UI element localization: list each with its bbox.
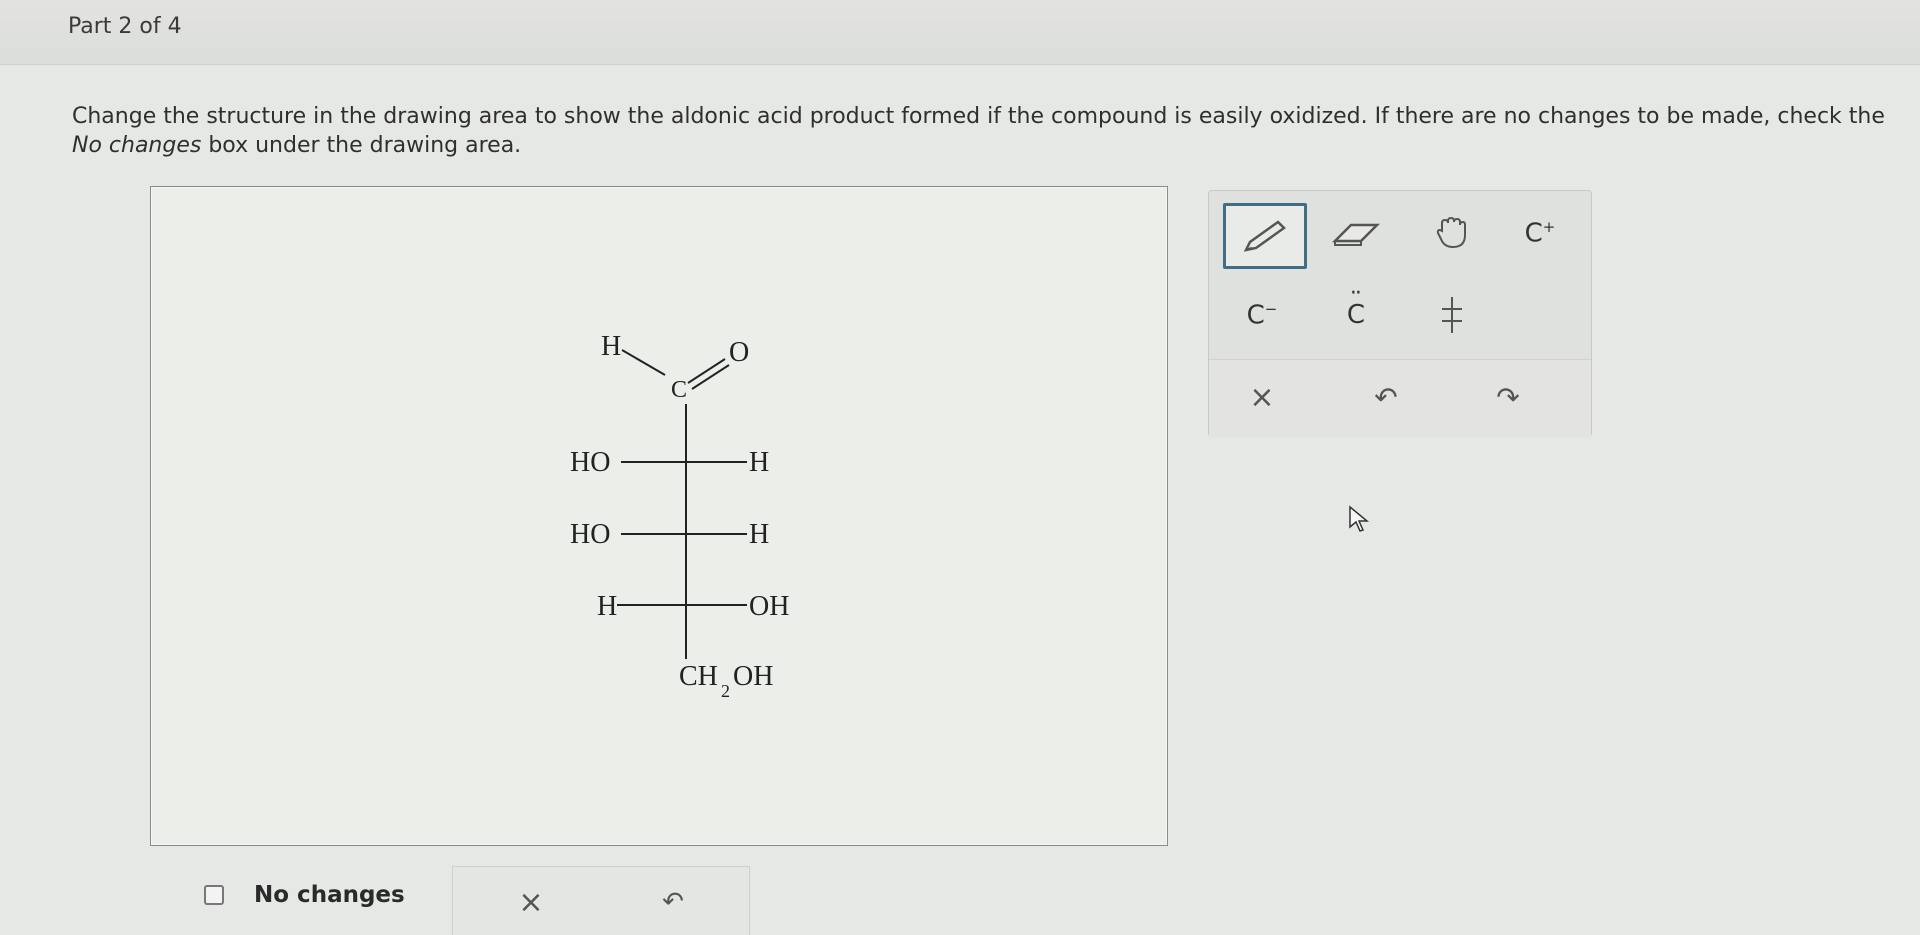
pencil-tool[interactable] bbox=[1223, 203, 1307, 269]
header-bar: Part 2 of 4 bbox=[0, 0, 1920, 65]
undo-icon: ↶ bbox=[1374, 380, 1398, 414]
undo-tool[interactable]: ↶ bbox=[1347, 367, 1425, 427]
row1-left: HO bbox=[570, 447, 610, 478]
instructions-emphasis: No changes bbox=[72, 133, 202, 158]
bottom-controls: × ↶ bbox=[452, 866, 750, 935]
part-label: Part 2 of 4 bbox=[68, 14, 182, 39]
drawing-area[interactable]: H C O HO H HO H H OH CH 2 OH bbox=[150, 186, 1168, 846]
undo-icon: ↶ bbox=[662, 887, 684, 917]
ring-tool[interactable] bbox=[1413, 285, 1491, 345]
bottom-clear-button[interactable]: × bbox=[501, 877, 561, 927]
atom-bottom-ch: CH bbox=[679, 661, 718, 692]
hand-tool[interactable] bbox=[1413, 203, 1491, 263]
clear-tool[interactable]: × bbox=[1223, 367, 1301, 427]
eraser-tool[interactable] bbox=[1317, 203, 1395, 263]
no-changes-label: No changes bbox=[254, 882, 405, 908]
row1-right: H bbox=[749, 447, 769, 478]
carbocation-icon: C+ bbox=[1524, 217, 1556, 249]
atom-carbonyl-c: C bbox=[671, 377, 687, 403]
no-changes-option[interactable]: No changes bbox=[204, 882, 405, 908]
redo-icon: ↷ bbox=[1496, 380, 1520, 414]
atom-bottom-oh: OH bbox=[733, 661, 773, 692]
carbocation-tool[interactable]: C+ bbox=[1501, 203, 1579, 263]
clear-icon: × bbox=[518, 884, 544, 920]
instructions-text-after: box under the drawing area. bbox=[201, 133, 522, 158]
ring-icon bbox=[1432, 293, 1472, 337]
pencil-icon bbox=[1238, 216, 1292, 256]
carbanion-tool[interactable]: C− bbox=[1223, 285, 1301, 345]
row2-right: H bbox=[749, 519, 769, 550]
clear-icon: × bbox=[1249, 379, 1275, 415]
mouse-cursor-icon bbox=[1348, 505, 1372, 537]
atom-carbonyl-o: O bbox=[729, 337, 749, 368]
drawing-toolbar: C+ C− ·· C × ↶ ↷ bbox=[1208, 190, 1592, 437]
fischer-projection[interactable]: H C O HO H HO H H OH CH 2 OH bbox=[151, 187, 1167, 845]
atom-top-h: H bbox=[601, 331, 621, 362]
row3-right: OH bbox=[749, 591, 789, 622]
carbanion-icon: C− bbox=[1246, 299, 1278, 331]
atom-bottom-sub: 2 bbox=[721, 681, 730, 701]
bond-h-c bbox=[621, 349, 666, 376]
row2-left: HO bbox=[570, 519, 610, 550]
instructions-text-before: Change the structure in the drawing area… bbox=[72, 104, 1885, 129]
hand-icon bbox=[1432, 213, 1472, 253]
instructions: Change the structure in the drawing area… bbox=[72, 102, 1892, 160]
row3-left: H bbox=[597, 591, 617, 622]
lone-pair-icon: ·· C bbox=[1346, 281, 1366, 330]
bottom-undo-button[interactable]: ↶ bbox=[643, 877, 703, 927]
redo-tool[interactable]: ↷ bbox=[1469, 367, 1547, 427]
eraser-icon bbox=[1329, 213, 1383, 253]
lone-pair-tool[interactable]: ·· C bbox=[1317, 281, 1395, 345]
no-changes-checkbox[interactable] bbox=[204, 885, 224, 905]
